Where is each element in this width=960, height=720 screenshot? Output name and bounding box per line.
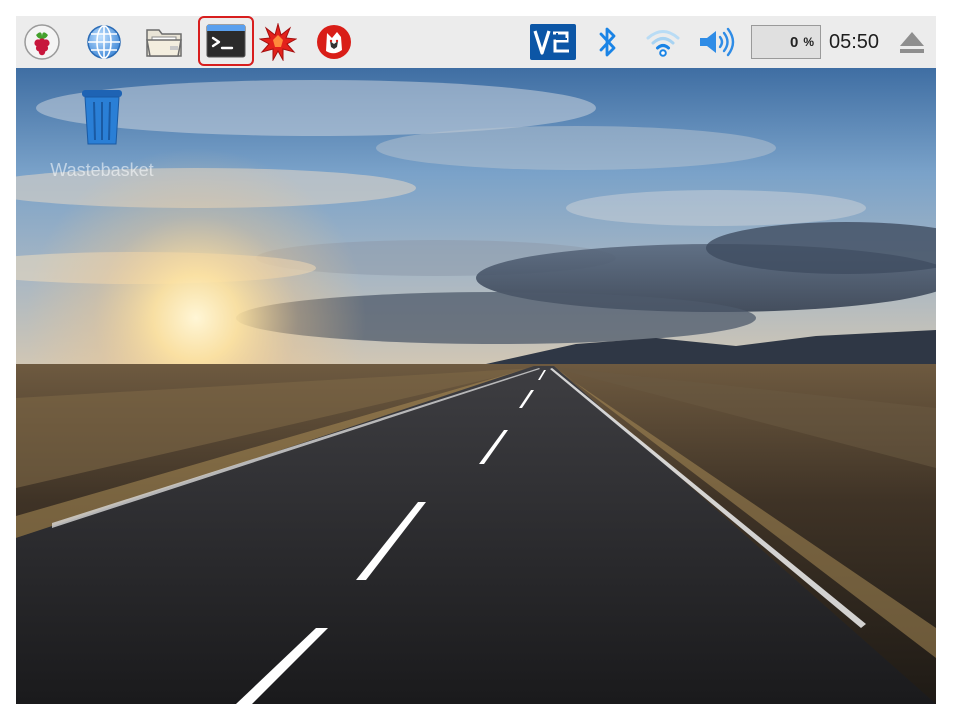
speaker-icon xyxy=(700,27,735,57)
file-manager-button[interactable] xyxy=(144,22,184,62)
spikey-icon xyxy=(259,23,297,61)
desktop-icon-wastebasket[interactable]: Wastebasket xyxy=(34,88,170,188)
web-browser-button[interactable] xyxy=(84,22,124,62)
bluetooth-button[interactable] xyxy=(588,22,628,62)
mathematica-button[interactable] xyxy=(258,22,298,62)
eject-button[interactable] xyxy=(892,22,932,62)
clock[interactable]: 05:50 xyxy=(822,28,886,56)
wifi-icon xyxy=(646,30,680,57)
desktop[interactable]: Wastebasket xyxy=(16,68,936,704)
desktop-icon-label: Wastebasket xyxy=(50,160,154,180)
bluetooth-icon xyxy=(599,27,616,57)
trash-icon xyxy=(82,90,122,145)
cpu-value: 0 xyxy=(789,33,799,51)
folder-icon xyxy=(146,29,182,57)
wolf-icon xyxy=(317,25,351,59)
raspberry-icon xyxy=(24,24,60,60)
cpu-unit: % xyxy=(803,35,814,49)
eject-icon xyxy=(900,32,924,53)
raspberry-menu-button[interactable] xyxy=(22,22,62,62)
cpu-monitor[interactable]: 0 % xyxy=(751,25,821,59)
terminal-icon xyxy=(206,24,246,58)
taskbar: 0 % 05:50 xyxy=(16,16,936,68)
vnc-button[interactable] xyxy=(528,22,578,62)
globe-icon xyxy=(87,25,121,59)
terminal-button[interactable] xyxy=(198,16,254,66)
volume-button[interactable] xyxy=(692,22,742,62)
vnc-icon xyxy=(530,24,576,60)
wifi-button[interactable] xyxy=(640,22,686,62)
wolfram-button[interactable] xyxy=(314,22,354,62)
